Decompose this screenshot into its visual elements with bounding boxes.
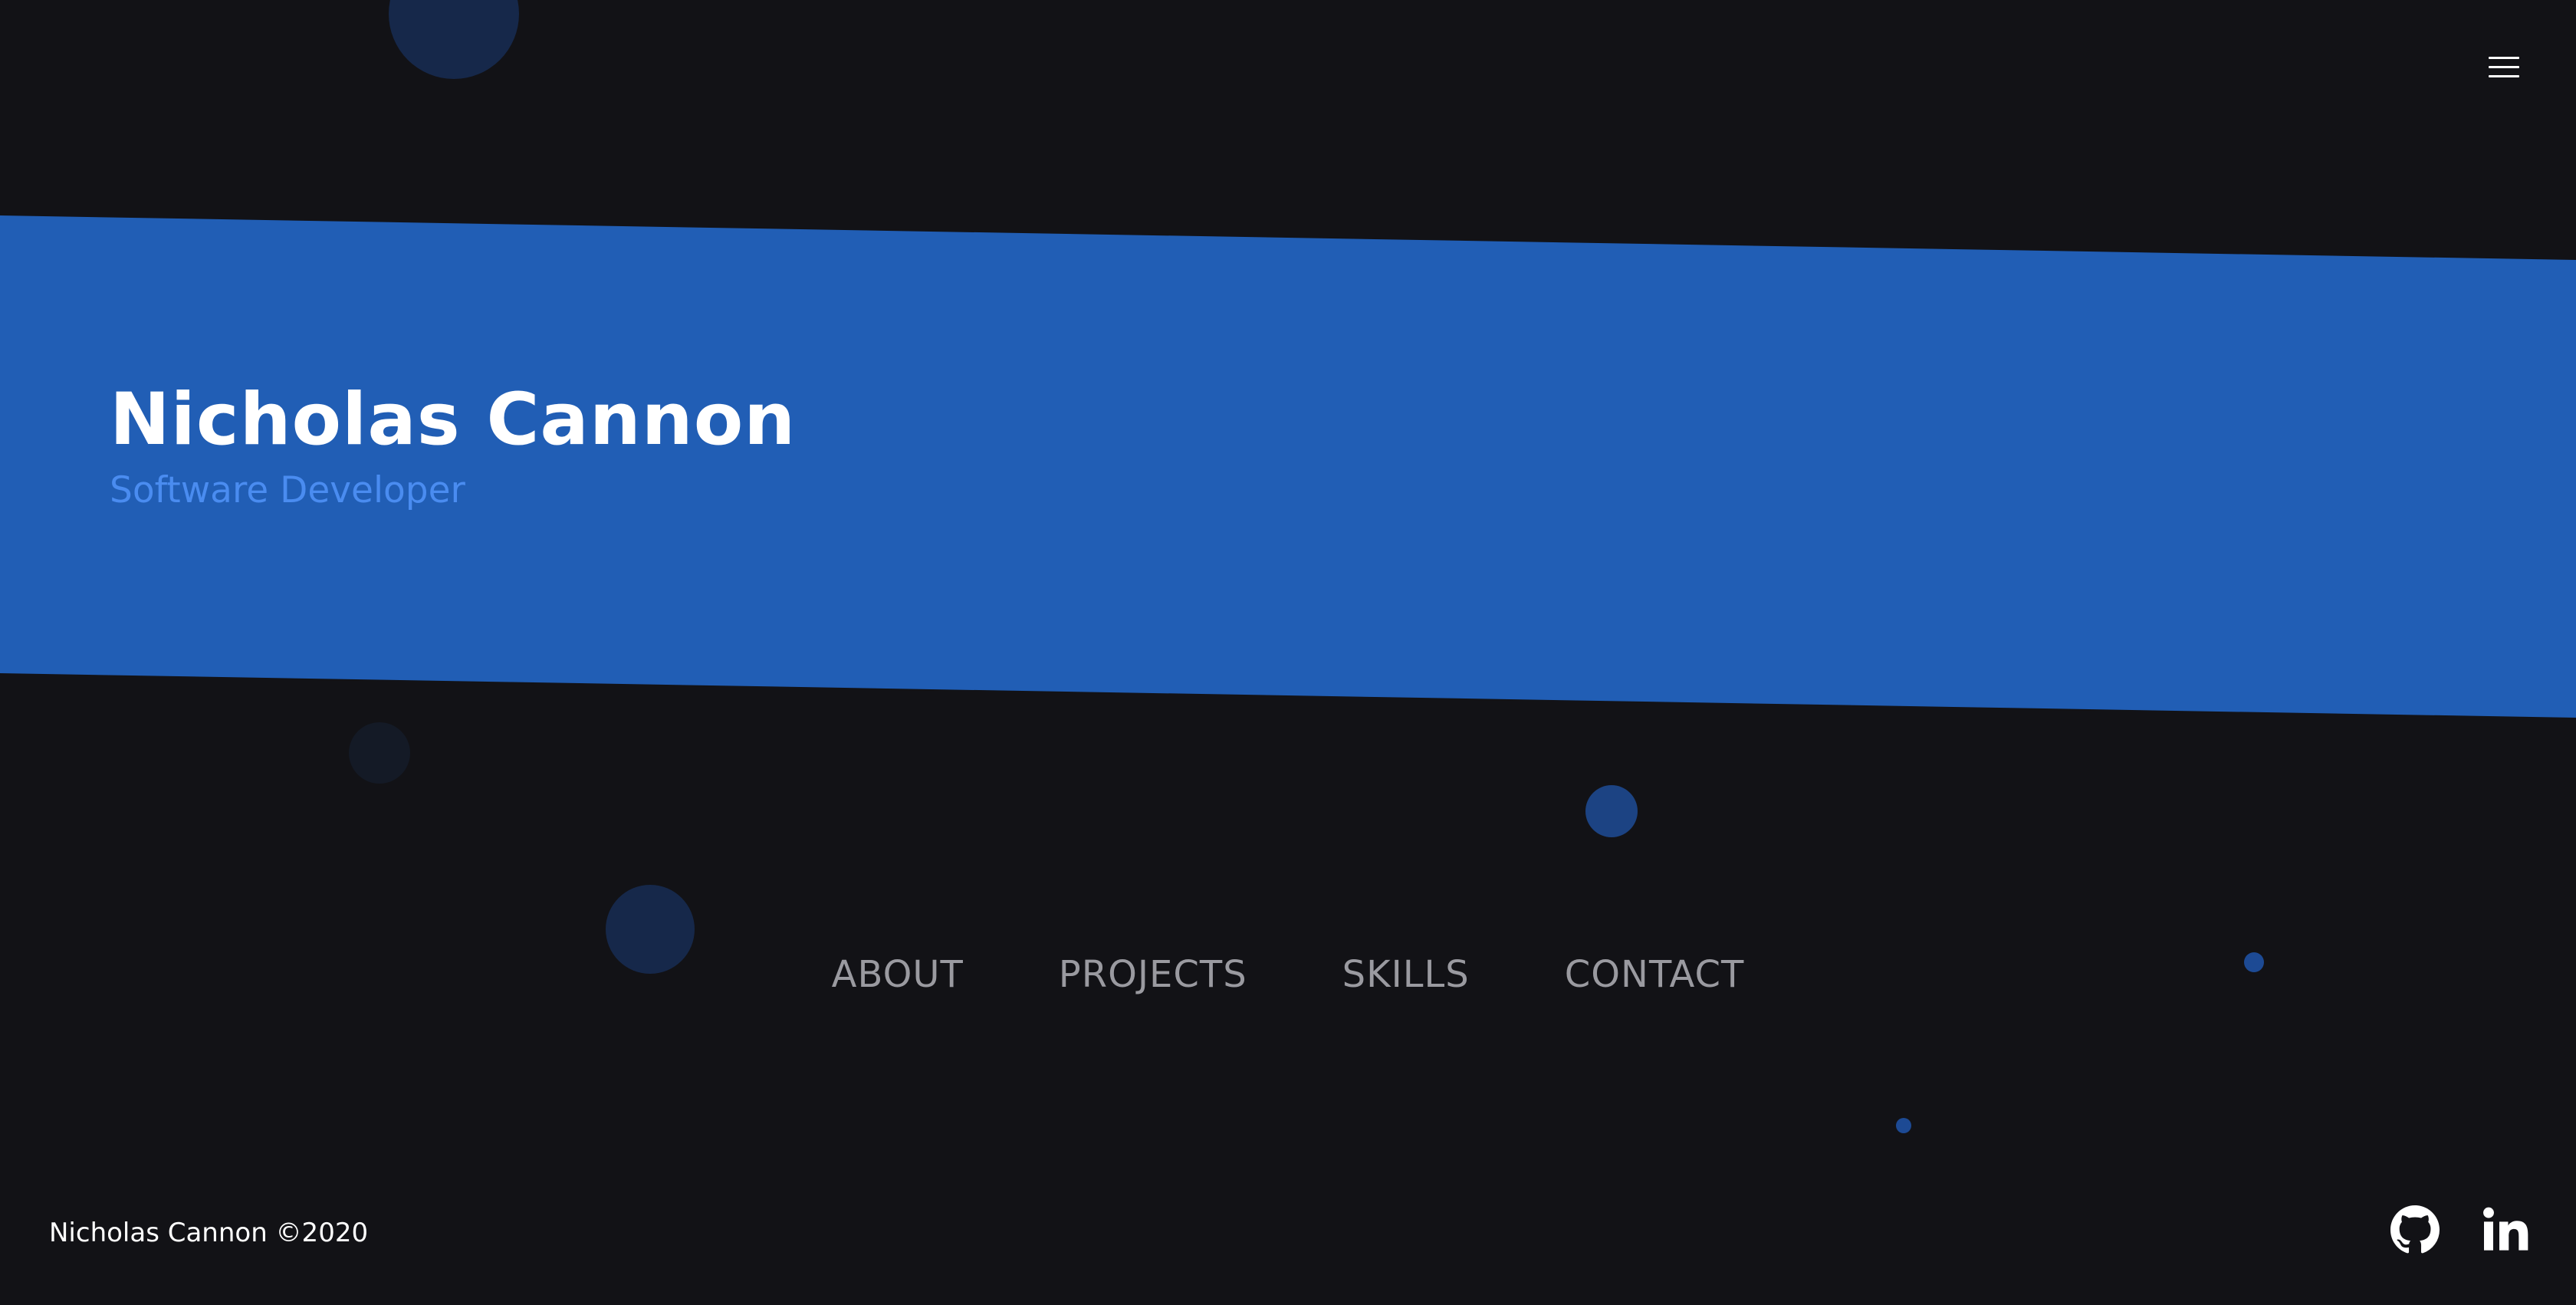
nav-link-about[interactable]: ABOUT [832,948,964,1001]
github-icon-graphic [2390,1205,2440,1254]
nav-link-contact[interactable]: CONTACT [1565,948,1745,1001]
hero: Nicholas Cannon Software Developer [110,374,796,515]
page: Nicholas Cannon Software Developer ABOUT… [0,0,2576,1305]
github-icon[interactable] [2390,1205,2440,1254]
linkedin-icon[interactable] [2481,1205,2530,1254]
main-nav: ABOUT PROJECTS SKILLS CONTACT [0,948,2576,1001]
hero-role: Software Developer [110,469,465,511]
menu-bar [2489,75,2519,77]
nav-link-projects[interactable]: PROJECTS [1059,948,1247,1001]
linkedin-icon-graphic [2483,1207,2528,1251]
nav-link-skills[interactable]: SKILLS [1342,948,1470,1001]
footer-copyright: Nicholas Cannon ©2020 [49,1218,369,1248]
hero-band [0,215,2576,718]
menu-bar [2489,57,2519,59]
menu-bar [2489,66,2519,68]
hamburger-menu-icon[interactable] [2486,51,2522,84]
hero-name: Nicholas Cannon [110,378,797,462]
